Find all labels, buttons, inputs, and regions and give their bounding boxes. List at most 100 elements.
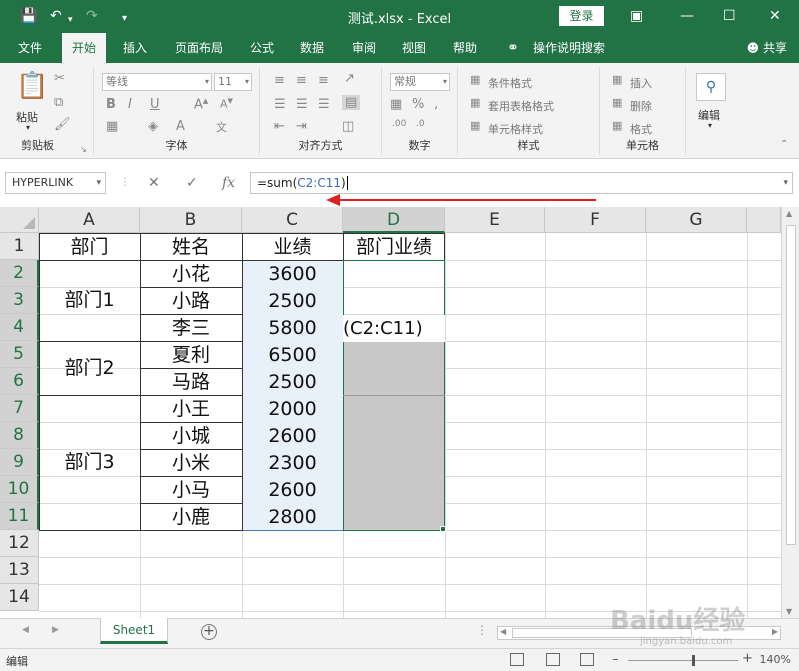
zoom-level[interactable]: 140%: [760, 653, 791, 666]
paste-icon[interactable]: 📋: [16, 71, 48, 101]
cell-b6[interactable]: 马路: [140, 369, 242, 396]
row-header-3[interactable]: 3: [0, 287, 39, 314]
font-name-select[interactable]: 等线 ▾: [102, 73, 212, 91]
cell-c6[interactable]: 2500: [242, 369, 343, 396]
row-header-14[interactable]: 14: [0, 584, 39, 611]
align-middle-icon[interactable]: ≡: [296, 73, 307, 88]
tab-help[interactable]: 帮助: [453, 33, 477, 63]
cell-a5-merged[interactable]: 部门2: [39, 341, 140, 395]
delete-button[interactable]: 删除: [630, 98, 652, 114]
scroll-right-icon[interactable]: ▶: [772, 627, 778, 636]
column-header-c[interactable]: C: [242, 207, 343, 233]
login-button[interactable]: 登录: [559, 6, 604, 26]
column-header-d[interactable]: D: [343, 207, 445, 233]
align-bottom-icon[interactable]: ≡: [318, 73, 329, 88]
cell-styles-button[interactable]: 单元格样式: [488, 121, 543, 137]
fill-handle[interactable]: [440, 526, 446, 532]
format-as-table-button[interactable]: 套用表格格式: [488, 98, 554, 114]
format-painter-icon[interactable]: 🖌: [54, 117, 71, 132]
bold-icon[interactable]: B: [106, 97, 116, 112]
row-header-10[interactable]: 10: [0, 476, 39, 503]
row-header-2[interactable]: 2: [0, 260, 39, 287]
merge-center-icon[interactable]: ◫: [342, 119, 354, 134]
font-color-icon[interactable]: A: [176, 119, 185, 134]
worksheet-grid[interactable]: A B C D E F G 1 2 3 4 5 6 7 8 9 10 11 12…: [0, 207, 781, 618]
insert-button[interactable]: 插入: [630, 75, 652, 91]
cell-d2-editing[interactable]: (C2:C11): [343, 315, 445, 342]
scroll-left-icon[interactable]: ◀: [500, 627, 506, 636]
vertical-scrollbar[interactable]: ▲ ▼: [781, 207, 799, 618]
row-header-13[interactable]: 13: [0, 557, 39, 584]
underline-icon[interactable]: U: [150, 97, 160, 112]
increase-decimal-icon[interactable]: .00: [392, 119, 406, 129]
ribbon-display-icon[interactable]: ▣: [630, 6, 643, 26]
zoom-slider[interactable]: [628, 660, 738, 661]
fill-color-icon[interactable]: ◈: [148, 119, 158, 134]
zoom-slider-knob[interactable]: [692, 655, 695, 666]
editing-dropdown-icon[interactable]: ▾: [708, 121, 712, 130]
comma-icon[interactable]: ,: [434, 97, 438, 112]
format-button[interactable]: 格式: [630, 121, 652, 137]
search-icon[interactable]: ⚲: [696, 73, 726, 101]
italic-icon[interactable]: I: [128, 97, 132, 112]
collapse-ribbon-icon[interactable]: ⌃: [780, 139, 788, 150]
vertical-scroll-thumb[interactable]: [786, 225, 796, 545]
row-header-7[interactable]: 7: [0, 395, 39, 422]
cell-b11[interactable]: 小鹿: [140, 504, 242, 531]
row-header-8[interactable]: 8: [0, 422, 39, 449]
cell-b1[interactable]: 姓名: [140, 234, 242, 261]
align-center-icon[interactable]: ☰: [296, 97, 308, 112]
tab-file[interactable]: 文件: [18, 33, 42, 63]
tab-split-handle-icon[interactable]: ⋮: [476, 623, 488, 637]
column-header-g[interactable]: G: [646, 207, 747, 233]
tab-view[interactable]: 视图: [402, 33, 426, 63]
align-left-icon[interactable]: ☰: [274, 97, 286, 112]
decrease-indent-icon[interactable]: ⇤: [274, 119, 285, 134]
page-break-view-icon[interactable]: [580, 653, 594, 666]
row-header-1[interactable]: 1: [0, 233, 39, 260]
column-header-b[interactable]: B: [140, 207, 242, 233]
font-size-select[interactable]: 11 ▾: [214, 73, 252, 91]
cell-a2-merged[interactable]: 部门1: [39, 260, 140, 341]
row-header-4[interactable]: 4: [0, 314, 39, 341]
column-header-e[interactable]: E: [445, 207, 545, 233]
cell-c8[interactable]: 2600: [242, 423, 343, 450]
prev-sheet-icon[interactable]: ◀: [22, 625, 29, 635]
zoom-in-icon[interactable]: +: [742, 651, 753, 666]
page-layout-view-icon[interactable]: [546, 653, 560, 666]
cell-c10[interactable]: 2600: [242, 477, 343, 504]
share-button[interactable]: ☻ 共享: [747, 33, 787, 63]
tell-me-search[interactable]: 操作说明搜索: [533, 33, 605, 63]
paste-dropdown-icon[interactable]: ▾: [26, 123, 30, 132]
borders-icon[interactable]: ▦: [106, 119, 118, 134]
copy-icon[interactable]: ⧉: [54, 95, 63, 110]
cell-b8[interactable]: 小城: [140, 423, 242, 450]
scroll-down-icon[interactable]: ▼: [786, 607, 792, 616]
cell-c7[interactable]: 2000: [242, 396, 343, 423]
cell-a1[interactable]: 部门: [39, 234, 140, 261]
row-header-5[interactable]: 5: [0, 341, 39, 368]
cell-c11[interactable]: 2800: [242, 504, 343, 531]
row-header-6[interactable]: 6: [0, 368, 39, 395]
tab-page-layout[interactable]: 页面布局: [175, 33, 223, 63]
scroll-up-icon[interactable]: ▲: [786, 209, 792, 218]
tab-review[interactable]: 审阅: [352, 33, 376, 63]
cell-b3[interactable]: 小路: [140, 288, 242, 315]
increase-indent-icon[interactable]: ⇥: [296, 119, 307, 134]
name-box[interactable]: HYPERLINK ▾: [5, 172, 106, 194]
cell-d1[interactable]: 部门业绩: [343, 234, 445, 261]
tab-insert[interactable]: 插入: [123, 33, 147, 63]
tab-formulas[interactable]: 公式: [250, 33, 274, 63]
normal-view-icon[interactable]: [510, 653, 524, 666]
column-header-h[interactable]: [747, 207, 781, 233]
cut-icon[interactable]: ✂: [54, 71, 65, 86]
row-header-12[interactable]: 12: [0, 530, 39, 557]
close-icon[interactable]: ✕: [769, 6, 781, 26]
row-header-11[interactable]: 11: [0, 503, 39, 530]
percent-icon[interactable]: %: [412, 97, 424, 112]
select-all-corner[interactable]: [0, 207, 39, 233]
cell-c9[interactable]: 2300: [242, 450, 343, 477]
dialog-launcher-icon[interactable]: ↘: [80, 145, 87, 154]
number-format-select[interactable]: 常规 ▾: [390, 73, 450, 91]
cell-c5[interactable]: 6500: [242, 342, 343, 369]
